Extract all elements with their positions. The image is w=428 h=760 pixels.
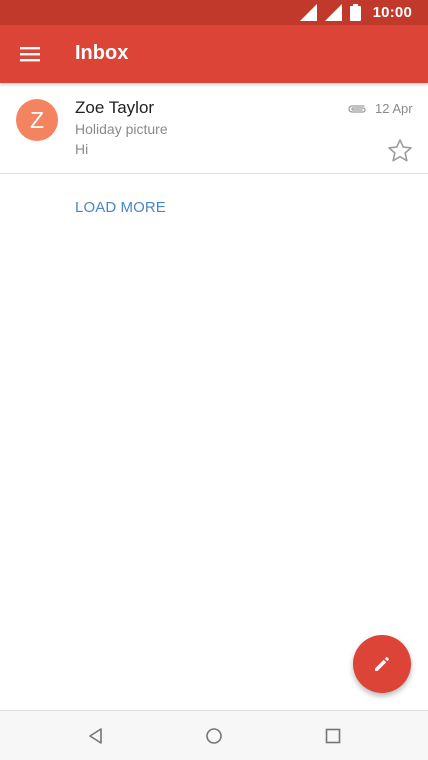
message-list-item[interactable]: Z Zoe Taylor Holiday picture Hi 12 Apr xyxy=(0,83,428,174)
menu-button[interactable] xyxy=(10,34,50,74)
pencil-icon xyxy=(375,657,389,671)
message-sender: Zoe Taylor xyxy=(75,98,155,117)
message-snippet: Hi xyxy=(75,141,89,157)
status-bar: 10:00 xyxy=(0,0,428,25)
page-title: Inbox xyxy=(75,42,129,64)
back-icon[interactable] xyxy=(83,724,107,748)
app-bar: Inbox xyxy=(0,25,428,83)
load-more-button[interactable]: LOAD MORE xyxy=(75,199,166,216)
system-nav-bar xyxy=(0,710,428,760)
wifi-signal-icon xyxy=(299,4,317,21)
hamburger-menu-icon xyxy=(20,47,40,62)
home-icon[interactable] xyxy=(202,724,226,748)
battery-icon xyxy=(349,4,361,21)
compose-button[interactable] xyxy=(353,635,411,693)
message-subject: Holiday picture xyxy=(75,121,168,137)
status-time: 10:00 xyxy=(372,4,412,21)
recents-icon[interactable] xyxy=(321,724,345,748)
sender-avatar[interactable]: Z xyxy=(16,99,58,141)
attachment-icon xyxy=(348,105,366,113)
message-date: 12 Apr xyxy=(375,101,413,116)
star-icon[interactable] xyxy=(386,137,414,165)
cell-signal-icon xyxy=(324,4,342,21)
